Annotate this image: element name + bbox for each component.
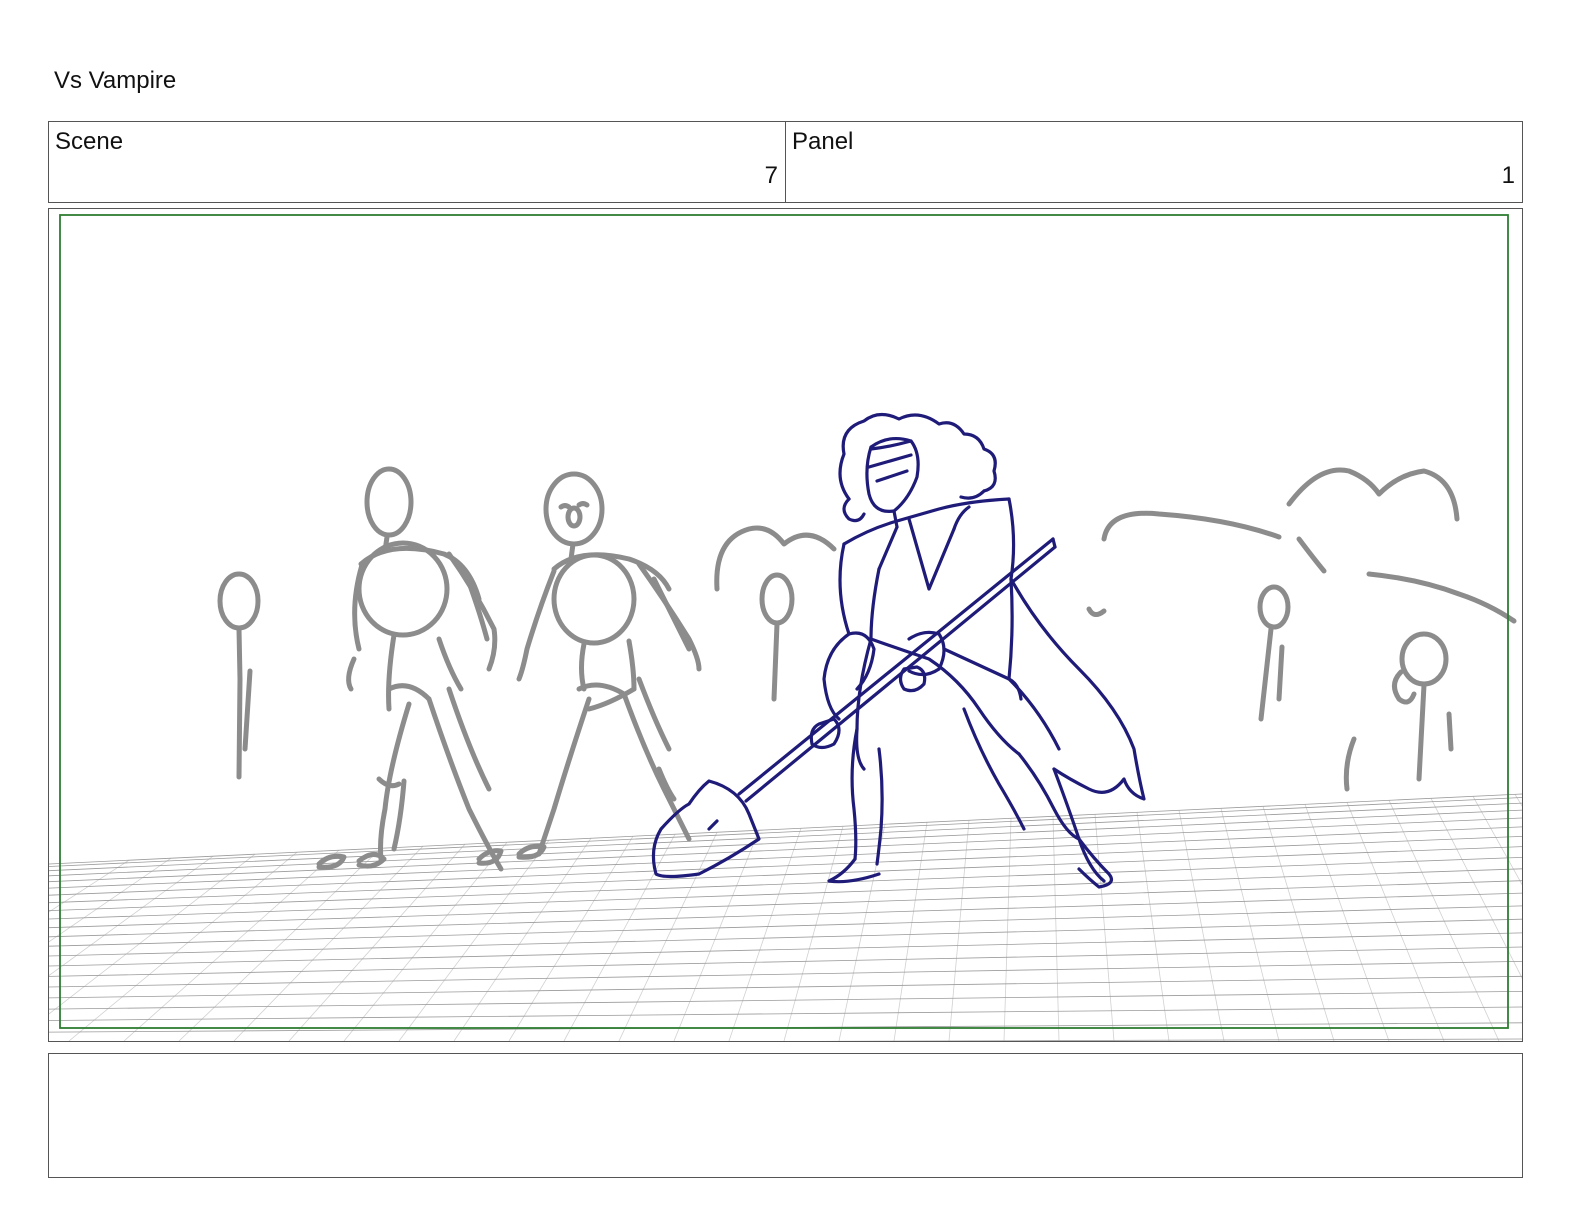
floor-grid-column (233, 845, 424, 1041)
floor-grid-column (49, 853, 256, 1015)
floor-grid-column (1052, 816, 1060, 1041)
floor-grid-row (49, 975, 1522, 999)
floor-grid-row (49, 1006, 1522, 1021)
storyboard-sketch (49, 214, 1522, 1041)
floor-grid-column (948, 820, 970, 1041)
floor-grid-row (49, 991, 1522, 1010)
vampire-hunter-sketch (651, 412, 1146, 889)
floor-grid-column (563, 834, 676, 1041)
floor-grid-column (1094, 814, 1115, 1041)
floor-grid-row (49, 857, 1522, 911)
floor-grid-column (1136, 812, 1170, 1041)
floor-grid-column (1388, 800, 1500, 1041)
floor-grid (49, 793, 1522, 1041)
floor-grid-row (49, 817, 1522, 883)
floor-grid-column (288, 843, 466, 1041)
floor-grid-column (1220, 808, 1280, 1041)
floor-grid-column (343, 841, 508, 1041)
scene-cell: Scene 7 (49, 122, 785, 202)
floor-grid-column (49, 855, 214, 977)
floor-grid-column (1178, 810, 1225, 1041)
floor-grid-column (68, 851, 298, 1041)
scene-label: Scene (55, 128, 124, 155)
floor-grid-column (123, 849, 340, 1041)
document-title: Vs Vampire (54, 67, 177, 94)
floor-grid-row (49, 826, 1522, 889)
floor-grid-column (508, 835, 634, 1041)
scene-panel-header: Scene 7 Panel 1 (48, 121, 1523, 203)
floor-grid-row (49, 880, 1522, 929)
floor-grid-row (49, 793, 1522, 865)
floor-grid-column (178, 847, 382, 1041)
floor-grid-column (728, 828, 802, 1041)
floor-grid-column (1472, 796, 1522, 886)
floor-grid-row (49, 802, 1522, 872)
panel-notes-box (48, 1053, 1523, 1178)
floor-grid-row (49, 961, 1522, 988)
floor-grid-row (49, 946, 1522, 977)
panel-cell: Panel 1 (785, 122, 1522, 202)
floor-grid-row (49, 797, 1522, 867)
floor-grid-row (49, 892, 1522, 938)
floor-grid-column (1003, 818, 1012, 1041)
floor-grid-column (893, 822, 928, 1041)
floor-grid-row (814, 1038, 1522, 1041)
storyboard-panel (48, 208, 1523, 1042)
floor-grid-column (783, 826, 844, 1041)
floor-grid-column (1262, 806, 1335, 1041)
panel-label: Panel (792, 128, 854, 155)
scene-number: 7 (764, 162, 778, 189)
background-crowd-sketch (217, 466, 1517, 872)
panel-number: 1 (1501, 162, 1515, 189)
floor-grid-column (1514, 794, 1522, 807)
